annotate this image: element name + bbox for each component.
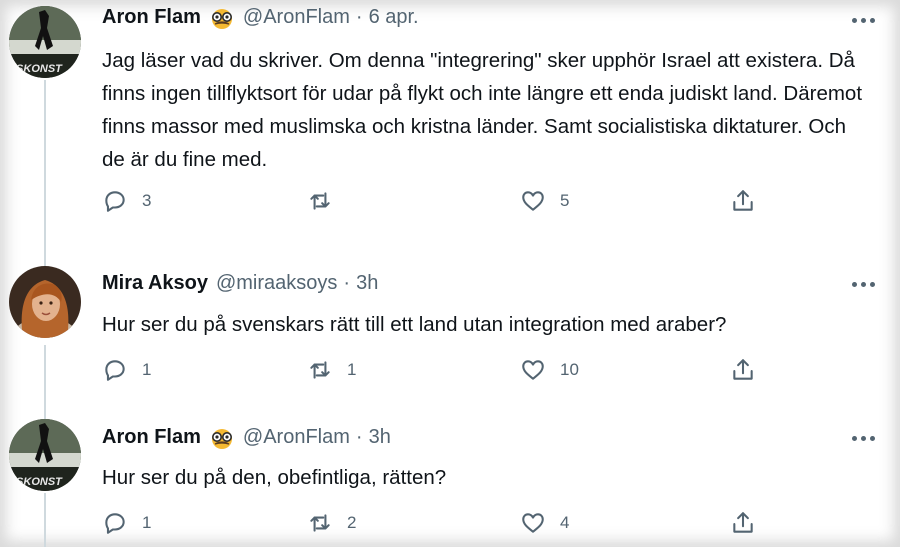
author-name[interactable]: Aron Flam <box>102 426 201 449</box>
like-button[interactable]: 5 <box>520 186 569 216</box>
like-button[interactable]: 10 <box>520 355 579 385</box>
retweet-count: 1 <box>347 360 357 379</box>
more-icon[interactable] <box>852 18 875 23</box>
author-handle[interactable]: @AronFlam <box>243 426 350 449</box>
retweet-icon <box>310 361 330 379</box>
avatar-image: ISKONST <box>9 419 81 491</box>
avatar[interactable]: ISKONST <box>9 6 81 78</box>
reply-count: 1 <box>142 360 152 379</box>
retweet-button[interactable] <box>307 186 347 216</box>
retweet-icon <box>310 514 330 532</box>
author-name[interactable]: Mira Aksoy <box>102 272 208 295</box>
share-button[interactable] <box>730 186 756 216</box>
tweet-timestamp[interactable]: 3h <box>356 272 378 295</box>
disguise-emoji <box>211 428 232 449</box>
tweet-actions: 1 1 10 <box>102 355 762 385</box>
tweet-header: Aron Flam @AronFlam · 6 apr. <box>102 6 419 29</box>
share-button[interactable] <box>730 355 756 385</box>
more-icon[interactable] <box>852 436 875 441</box>
tweet-text: Jag läser vad du skriver. Om denna "inte… <box>102 49 863 171</box>
tweet-header: Mira Aksoy @miraaksoys · 3h <box>102 272 378 295</box>
svg-text:ISKONST: ISKONST <box>13 63 63 75</box>
timeline-frame: ISKONST Aron Flam @AronFlam · 6 apr. Jag… <box>0 0 900 547</box>
reply-icon <box>105 191 125 212</box>
retweet-button[interactable]: 2 <box>307 508 356 538</box>
separator-dot: · <box>355 426 363 448</box>
reply-button[interactable]: 1 <box>102 355 151 385</box>
like-icon <box>522 191 544 211</box>
author-handle[interactable]: @miraaksoys <box>216 272 337 295</box>
retweet-count: 2 <box>347 513 357 532</box>
tweet[interactable]: Mira Aksoy @miraaksoys · 3h Hur ser du p… <box>0 258 900 408</box>
svg-text:ISKONST: ISKONST <box>13 476 63 488</box>
tweet-timestamp[interactable]: 6 apr. <box>369 6 419 29</box>
like-icon <box>522 360 544 380</box>
separator-dot: · <box>355 6 363 28</box>
retweet-button[interactable]: 1 <box>307 355 356 385</box>
reply-button[interactable]: 3 <box>102 186 151 216</box>
reply-icon <box>105 360 125 381</box>
tweet[interactable]: ISKONST Aron Flam @AronFlam · 6 apr. Jag… <box>0 0 900 240</box>
reply-count: 1 <box>142 513 152 532</box>
like-count: 5 <box>560 191 570 210</box>
author-name[interactable]: Aron Flam <box>102 6 201 29</box>
author-handle[interactable]: @AronFlam <box>243 6 350 29</box>
tweet[interactable]: ISKONST Aron Flam @AronFlam · 3h Hur ser… <box>0 410 900 547</box>
like-count: 4 <box>560 513 570 532</box>
tweet-actions: 1 2 4 <box>102 508 762 538</box>
avatar[interactable]: ISKONST <box>9 419 81 491</box>
avatar-image <box>9 266 81 338</box>
share-button[interactable] <box>730 508 756 538</box>
tweet-text: Hur ser du på den, obefintliga, rätten? <box>102 466 447 489</box>
reply-icon <box>105 513 125 534</box>
avatar[interactable] <box>9 266 81 338</box>
share-icon <box>733 512 753 533</box>
like-count: 10 <box>560 360 579 379</box>
tweet-actions: 3 5 <box>102 186 762 216</box>
disguise-emoji <box>211 8 232 29</box>
share-icon <box>733 190 753 211</box>
like-button[interactable]: 4 <box>520 508 569 538</box>
tweet-header: Aron Flam @AronFlam · 3h <box>102 426 391 449</box>
like-icon <box>522 513 544 533</box>
share-icon <box>733 359 753 380</box>
tweet-text: Hur ser du på svenskars rätt till ett la… <box>102 313 727 336</box>
reply-button[interactable]: 1 <box>102 508 151 538</box>
more-icon[interactable] <box>852 282 875 287</box>
separator-dot: · <box>343 272 351 294</box>
avatar-image: ISKONST <box>9 6 81 78</box>
tweet-timestamp[interactable]: 3h <box>369 426 391 449</box>
retweet-icon <box>310 192 330 210</box>
reply-count: 3 <box>142 191 152 210</box>
